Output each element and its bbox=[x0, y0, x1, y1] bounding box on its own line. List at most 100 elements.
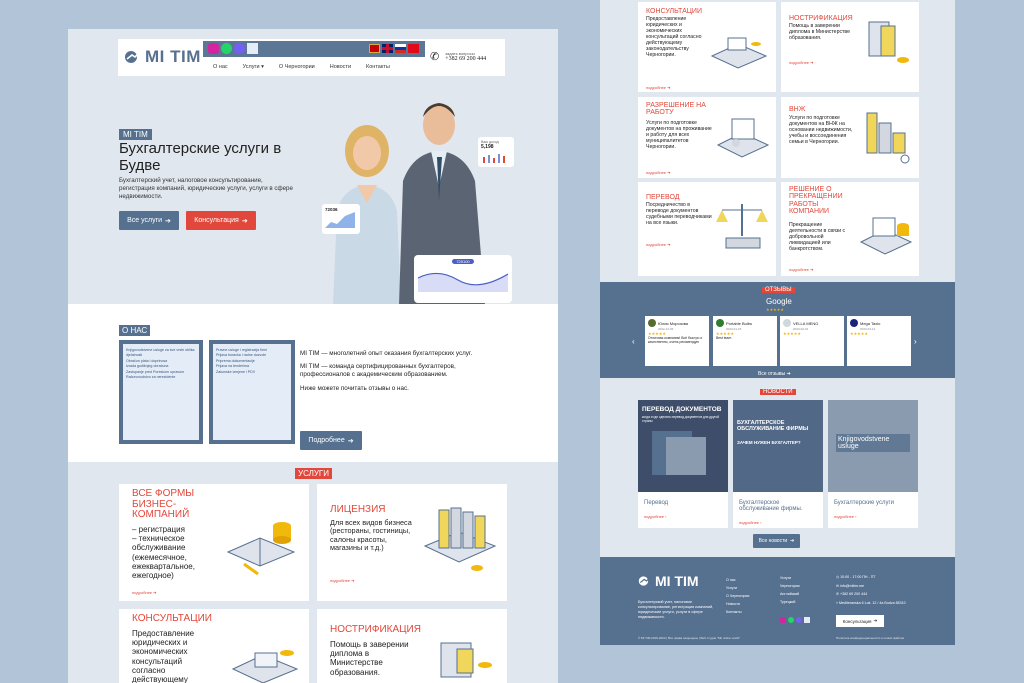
about-doc-2: Pravne usluge i registracija firmi Prija… bbox=[209, 340, 295, 444]
service-card[interactable]: КОНСУЛЬТАЦИИ Предоставление юридических … bbox=[119, 609, 309, 683]
service-more-link[interactable]: подробнее ➔ bbox=[646, 242, 671, 247]
service-card[interactable]: ВСЕ ФОРМЫ БИЗНЕС-КОМПАНИЙ – регистрация … bbox=[119, 484, 309, 601]
more-label: подробнее bbox=[644, 514, 665, 519]
service-more-link[interactable]: подробнее ➔ bbox=[646, 170, 671, 175]
service-card[interactable]: КОНСУЛЬТАЦИИ Предоставление юридических … bbox=[638, 2, 776, 92]
footer-link[interactable]: Новости bbox=[726, 601, 749, 609]
service-card-desc: Прекращение деятельности в связи с добро… bbox=[789, 222, 846, 252]
flag-tr-icon[interactable] bbox=[408, 44, 419, 53]
phone-text: +382 69 200 444 bbox=[840, 592, 868, 597]
consultation-label: Консультация bbox=[194, 217, 239, 224]
news-card[interactable]: БУХГАЛТЕРСКОЕ ОБСЛУЖИВАНИЕ ФИРМЫ ЗАЧЕМ Н… bbox=[733, 400, 823, 528]
logo-icon bbox=[638, 575, 652, 586]
nav-contacts[interactable]: Контакты bbox=[366, 64, 390, 70]
more-label: подробнее bbox=[789, 60, 810, 65]
reviews-prev-button[interactable]: ‹ bbox=[632, 337, 635, 346]
all-reviews-link[interactable]: Все отзывы ➔ bbox=[758, 371, 791, 377]
service-card[interactable]: ПЕРЕВОД Посредничество в переводе докуме… bbox=[638, 182, 776, 276]
all-services-button[interactable]: Все услуги ➔ bbox=[119, 211, 179, 230]
book-coins-illustration bbox=[226, 522, 296, 576]
review-card[interactable]: Юлия Морозова 2022-12-06 ★★★★★ Отличная … bbox=[645, 316, 709, 366]
flag-ru-icon[interactable] bbox=[395, 44, 406, 53]
service-card[interactable]: НОСТРИФИКАЦИЯ Помощь в заверении диплома… bbox=[781, 2, 919, 92]
left-page: MI TIM О нас Услуги ▾ О Черногории Новос… bbox=[68, 29, 558, 683]
calculator-illustration bbox=[710, 37, 768, 69]
viber-icon[interactable] bbox=[796, 617, 802, 623]
service-card[interactable]: РАЗРЕШЕНИЕ НА РАБОТУ Услуги по подготовк… bbox=[638, 97, 776, 178]
footer-link[interactable]: Английский bbox=[780, 591, 800, 599]
footer-link[interactable]: Турецкий bbox=[780, 599, 800, 607]
footer-link[interactable]: Черногория bbox=[780, 583, 800, 591]
address-text: Mediteranska 6 Lok. 12 / 4a Budva 85310 bbox=[839, 600, 906, 605]
flag-gb-icon[interactable] bbox=[382, 44, 393, 53]
reviewer-name: Portable Bulbs bbox=[726, 320, 753, 326]
header-phone[interactable]: ✆ задать вопросы +382 69 200 444 bbox=[430, 50, 486, 63]
nav-about[interactable]: О нас bbox=[213, 64, 228, 70]
more-label: подробнее bbox=[739, 520, 760, 525]
news-title: Бухгалтерские услуги bbox=[834, 500, 895, 506]
header-topbar bbox=[203, 41, 425, 57]
review-card[interactable]: Mega Taxio 2023-03-12 ★★★★★ bbox=[847, 316, 911, 366]
consultation-button[interactable]: Консультация ➔ bbox=[186, 211, 256, 230]
arrow-right-icon: ➔ bbox=[347, 437, 354, 445]
news-more-link[interactable]: подробнее › bbox=[739, 520, 762, 525]
site-logo[interactable]: MI TIM bbox=[124, 47, 201, 67]
service-more-link[interactable]: подробнее ➔ bbox=[646, 85, 671, 90]
footer-privacy-link[interactable]: Политика конфиденциальности и cookie фай… bbox=[836, 636, 904, 640]
nav-news[interactable]: Новости bbox=[330, 64, 351, 70]
nav-montenegro[interactable]: О Черногории bbox=[279, 64, 315, 70]
service-card[interactable]: НОСТРИФИКАЦИЯ Помощь в заверении диплома… bbox=[317, 609, 507, 683]
service-card-desc: Для всех видов бизнеса (рестораны, гости… bbox=[330, 518, 412, 553]
all-news-button[interactable]: Все новости ➔ bbox=[753, 534, 800, 548]
flag-me-icon[interactable] bbox=[369, 44, 380, 53]
instagram-icon[interactable] bbox=[208, 43, 219, 54]
whatsapp-icon[interactable] bbox=[788, 617, 794, 623]
review-text: Отличная компания! Всё быстро и качестве… bbox=[648, 336, 703, 344]
footer-link[interactable]: Контакты bbox=[726, 609, 749, 617]
service-card[interactable]: РЕШЕНИЕ О ПРЕКРАЩЕНИИ РАБОТЫ КОМПАНИИ Пр… bbox=[781, 182, 919, 276]
all-news-label: Все новости bbox=[758, 538, 788, 544]
doc1-item: Računovodstvo za nerezidente bbox=[126, 374, 176, 379]
about-text: MI TIM — многолетний опыт оказания бухга… bbox=[300, 350, 500, 393]
footer-logo[interactable]: MI TIM bbox=[638, 573, 699, 589]
language-flags bbox=[369, 44, 419, 53]
service-more-link[interactable]: подробнее ➔ bbox=[330, 578, 355, 583]
footer-link[interactable]: О Черногории bbox=[726, 593, 749, 601]
review-card[interactable]: VELLA MENG 2023-02-01 ★★★★★ bbox=[780, 316, 844, 366]
footer-consult-button[interactable]: Консультация ➔ bbox=[836, 615, 884, 627]
news-more-link[interactable]: подробнее › bbox=[834, 514, 857, 519]
service-more-link[interactable]: подробнее ➔ bbox=[789, 60, 814, 65]
reviewer-name: Юлия Морозова bbox=[658, 320, 689, 326]
service-more-link[interactable]: подробнее ➔ bbox=[789, 267, 814, 272]
all-services-label: Все услуги bbox=[127, 217, 163, 224]
service-card[interactable]: ЛИЦЕНЗИЯ Для всех видов бизнеса (рестора… bbox=[317, 484, 507, 601]
review-card[interactable]: Portable Bulbs 2023-01-15 ★★★★★ Best tea… bbox=[713, 316, 777, 366]
news-more-link[interactable]: подробнее › bbox=[644, 514, 667, 519]
instagram-icon[interactable] bbox=[780, 617, 786, 623]
footer-link[interactable]: Услуги bbox=[726, 585, 749, 593]
site-header: MI TIM О нас Услуги ▾ О Черногории Новос… bbox=[118, 39, 505, 76]
footer-link[interactable]: Услуги bbox=[780, 575, 800, 583]
viber-icon[interactable] bbox=[234, 43, 245, 54]
avatar bbox=[648, 319, 656, 327]
news-card[interactable]: Knjigovodstvene usluge Бухгалтерские усл… bbox=[828, 400, 918, 528]
documents-graphic bbox=[652, 431, 706, 475]
whatsapp-icon[interactable] bbox=[221, 43, 232, 54]
mail-icon[interactable] bbox=[247, 43, 258, 54]
service-card-desc: – регистрация – техническое обслуживание… bbox=[132, 525, 195, 580]
about-more-button[interactable]: Подробнее ➔ bbox=[300, 431, 362, 450]
mail-icon[interactable] bbox=[804, 617, 810, 623]
service-more-link[interactable]: подробнее ➔ bbox=[132, 590, 157, 595]
reviews-next-button[interactable]: › bbox=[914, 337, 917, 346]
footer-phone[interactable]: ✆ +382 69 200 444 bbox=[836, 590, 906, 599]
news-image-title: Knjigovodstvene usluge bbox=[836, 434, 910, 452]
footer-contacts: ◷ 10:00 - 17:00 ПН - ПТ ✉ info@mitim.me … bbox=[836, 573, 906, 608]
service-card[interactable]: ВНЖ Услуги по подготовке документов на В… bbox=[781, 97, 919, 178]
news-card[interactable]: ПЕРЕВОД ДОКУМЕНТОВ когда и где сделать п… bbox=[638, 400, 728, 528]
footer-email[interactable]: ✉ info@mitim.me bbox=[836, 582, 906, 591]
footer-link[interactable]: О нас bbox=[726, 577, 749, 585]
nav-services[interactable]: Услуги ▾ bbox=[243, 64, 264, 70]
service-card-title: НОСТРИФИКАЦИЯ bbox=[330, 624, 421, 635]
doc1-item: Knjigovodstvene usluge za sve vrste obli… bbox=[126, 348, 195, 358]
printer-coins-illustration bbox=[859, 217, 913, 255]
